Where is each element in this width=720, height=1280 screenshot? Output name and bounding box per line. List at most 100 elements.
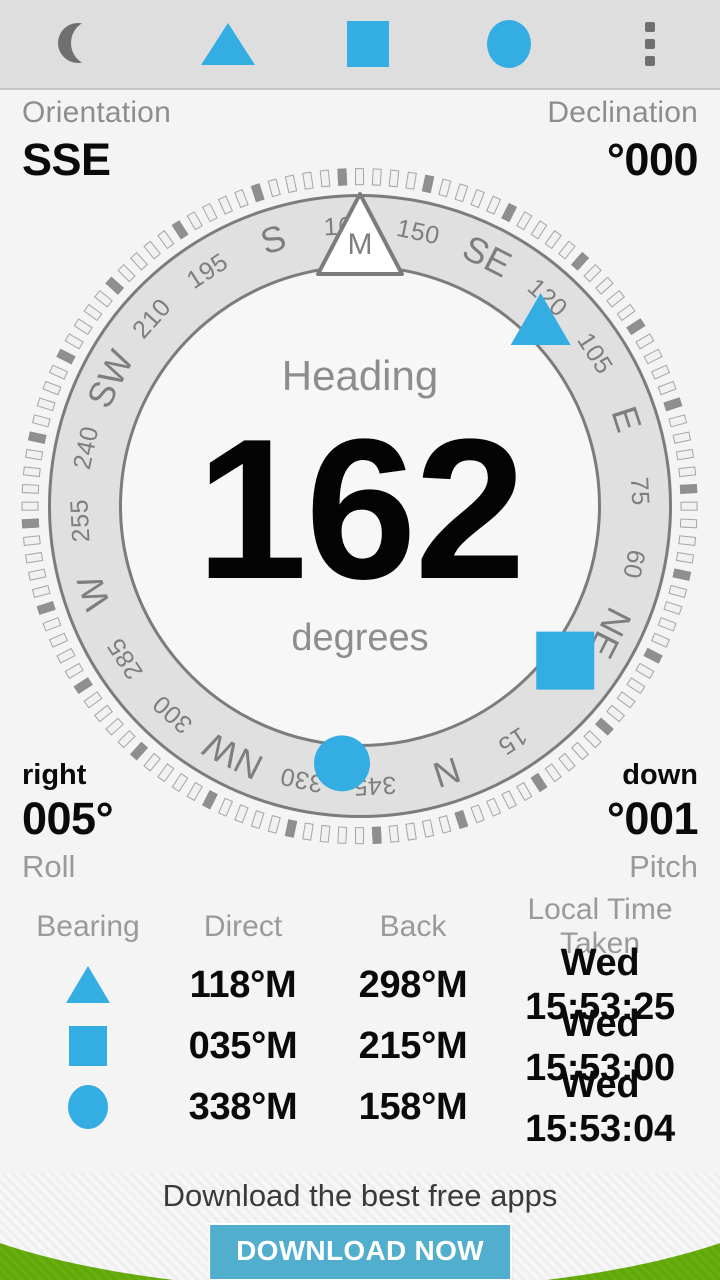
dial-tick-mark xyxy=(680,518,698,529)
heading-value: 162 xyxy=(196,398,526,621)
dial-tick-mark xyxy=(74,318,94,335)
dial-tick-mark xyxy=(626,318,646,335)
dial-tick-mark xyxy=(643,647,664,664)
bearing-direct-cell: 338°M xyxy=(188,1085,298,1128)
dial-tick-mark xyxy=(74,677,94,694)
dial-tick-mark xyxy=(157,763,175,783)
bearing-shape-cell xyxy=(18,1084,158,1129)
dial-tick-mark xyxy=(32,584,52,598)
dial-marker-circle-icon xyxy=(312,733,372,794)
bearing-circle-button[interactable] xyxy=(439,0,580,88)
dial-tick-mark xyxy=(130,251,149,271)
overflow-menu-icon xyxy=(644,22,655,66)
bearing-back-cell: 215°M xyxy=(358,1024,468,1067)
dial-tick-mark xyxy=(372,826,383,844)
dial-tick-mark xyxy=(268,814,282,834)
dial-tick-mark xyxy=(486,797,502,817)
dial-tick-mark xyxy=(187,781,204,801)
dial-tick-mark xyxy=(663,397,683,412)
dial-tick-mark xyxy=(651,364,671,380)
night-mode-icon xyxy=(57,21,111,65)
dial-tick-mark xyxy=(422,174,435,193)
dial-tick-mark xyxy=(558,752,577,772)
dial-tick-mark xyxy=(571,741,590,761)
table-row[interactable]: 338°M 158°M Wed 15:53:04 xyxy=(18,1064,702,1150)
dial-tick-mark xyxy=(668,584,688,598)
dial-tick-mark xyxy=(438,814,452,834)
dial-tick-mark xyxy=(658,616,678,632)
dial-tick-mark xyxy=(676,551,695,564)
bearing-direct-cell: 035°M xyxy=(188,1024,298,1067)
dial-tick-mark xyxy=(673,568,692,581)
bearing-circle-icon xyxy=(68,1084,108,1129)
pitch-label: Pitch xyxy=(629,849,698,884)
bearing-square-button[interactable] xyxy=(298,0,439,88)
dial-tick-mark xyxy=(172,220,189,240)
bearing-shape-cell xyxy=(18,1025,158,1066)
dial-tick-mark xyxy=(658,380,678,396)
dial-tick-mark xyxy=(438,178,452,198)
bearing-shape-cell xyxy=(18,966,158,1003)
dial-tick-mark xyxy=(635,333,655,350)
dial-tick-mark xyxy=(454,183,469,203)
night-mode-button[interactable] xyxy=(0,0,158,88)
dial-tick-mark xyxy=(143,240,162,260)
dial-tick-mark xyxy=(28,431,47,444)
dial-tick-mark xyxy=(285,819,298,838)
overflow-menu-button[interactable] xyxy=(579,0,720,88)
dial-tick-mark xyxy=(583,729,603,749)
dial-tick-mark xyxy=(42,380,62,396)
dial-tick-mark xyxy=(422,819,435,838)
dial-tick-mark xyxy=(234,188,250,208)
dial-tick-mark xyxy=(531,220,548,240)
dial-tick-mark xyxy=(320,169,331,188)
dial-tick-mark xyxy=(234,804,250,824)
dial-tick-mark xyxy=(94,289,114,308)
dial-tick-mark xyxy=(49,364,69,380)
heading-label: Heading xyxy=(281,352,439,399)
dial-tick-mark xyxy=(25,448,44,461)
dial-tick-mark xyxy=(172,772,189,792)
dial-tick-mark xyxy=(405,822,418,841)
column-header-bearing: Bearing xyxy=(36,910,140,943)
dial-tick-mark xyxy=(130,741,149,761)
dial-tick-mark xyxy=(28,568,47,581)
index-pointer-letter: M xyxy=(347,228,373,261)
dial-tick-mark xyxy=(83,303,103,321)
dial-tick-mark xyxy=(94,704,114,723)
dial-tick-mark xyxy=(531,772,548,792)
compass-widget[interactable]: NNEESESSWWNW1560751051201501651952102402… xyxy=(0,112,720,900)
dial-tick-mark xyxy=(22,483,40,494)
dial-tick-mark xyxy=(680,483,698,494)
bearing-triangle-button[interactable] xyxy=(158,0,299,88)
bearing-circle-icon xyxy=(487,20,532,68)
heading-display: Heading 162 degrees xyxy=(125,352,595,660)
dial-tick-mark xyxy=(37,397,57,412)
dial-tick-mark xyxy=(23,535,42,546)
dial-tick-mark xyxy=(117,729,137,749)
dial-tick-mark xyxy=(501,789,518,810)
dial-tick-mark xyxy=(516,211,533,231)
dial-tick-mark xyxy=(23,466,42,477)
download-now-button[interactable]: DOWNLOAD NOW xyxy=(208,1223,512,1280)
dial-tick-mark xyxy=(337,168,348,186)
dial-tick-mark xyxy=(389,824,400,843)
bearing-table-body: 118°M 298°M Wed 15:53:25 035°M 215°M Wed 15:5… xyxy=(18,942,702,1150)
dial-tick-mark xyxy=(516,781,533,801)
bearing-triangle-icon xyxy=(66,966,110,1003)
app-toolbar xyxy=(0,0,720,90)
dial-tick-mark xyxy=(218,195,234,215)
ad-banner[interactable]: Download the best free apps DOWNLOAD NOW xyxy=(0,1173,720,1280)
dial-tick-mark xyxy=(486,195,502,215)
column-header-direct: Direct xyxy=(203,910,283,943)
dial-tick-mark xyxy=(617,303,637,321)
bearing-icon-wrap xyxy=(18,1025,158,1066)
dial-tick-mark xyxy=(470,804,486,824)
dial-tick-mark xyxy=(545,229,563,249)
dial-tick-mark xyxy=(25,551,44,564)
dial-tick-mark xyxy=(302,171,315,190)
dial-tick-mark xyxy=(663,600,683,615)
dial-tick-mark xyxy=(405,171,418,190)
orientation-label: Orientation xyxy=(22,96,171,129)
bearing-time-cell: Wed 15:53:04 xyxy=(525,1063,675,1150)
